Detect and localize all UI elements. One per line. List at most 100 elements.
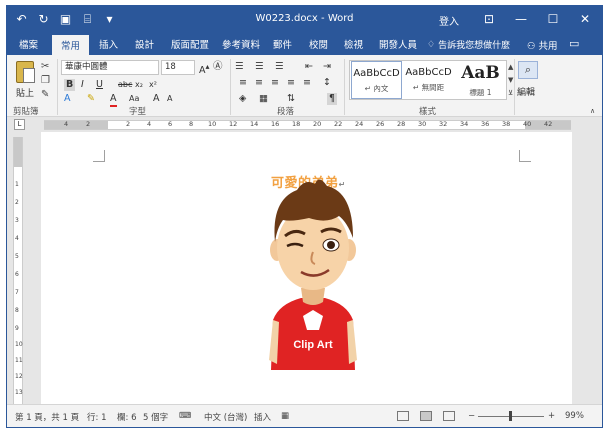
bullets-icon[interactable]: ☰ — [235, 61, 244, 73]
align-center-icon[interactable]: ≡ — [255, 77, 263, 89]
ruler-number: 26 — [376, 120, 385, 128]
vertical-scrollbar[interactable] — [590, 132, 602, 406]
zoom-slider-thumb[interactable] — [509, 411, 513, 421]
grow-icon[interactable]: A — [153, 93, 160, 105]
window-controls: ⊡ — ☐ ✕ — [473, 10, 601, 28]
ruler-number: 34 — [460, 120, 469, 128]
editing-search-icon[interactable]: ⌕ — [518, 61, 538, 79]
horizontal-ruler[interactable]: 4 2 2 4 6 8 10 12 14 16 18 20 22 24 26 2… — [44, 120, 571, 130]
insert-mode[interactable]: 插入 — [254, 411, 271, 423]
title-bar: ↶ ↻ ▣ ⌸ ▾ W0223.docx - Word 登入 ⊡ — ☐ ✕ — [7, 6, 602, 33]
style-heading-1[interactable]: AaB 標題 1 — [455, 61, 506, 99]
strikethrough-icon[interactable]: abc — [118, 79, 132, 91]
close-icon[interactable]: ✕ — [569, 10, 601, 28]
print-layout-icon[interactable] — [420, 411, 432, 421]
tab-references[interactable]: 參考資料 — [222, 37, 260, 51]
align-left-icon[interactable]: ≡ — [239, 77, 247, 89]
tab-developer[interactable]: 開發人員 — [379, 37, 417, 51]
web-layout-icon[interactable] — [443, 411, 455, 421]
borders-icon[interactable]: ▦ — [259, 93, 268, 105]
numbering-icon[interactable]: ☰ — [255, 61, 264, 73]
word-count[interactable]: 5 個字 — [143, 411, 168, 423]
line-spacing-icon[interactable]: ↕ — [323, 77, 331, 89]
proofing-icon[interactable]: ⌨ — [179, 411, 191, 421]
paragraph-group-label: 段落 — [277, 107, 295, 117]
change-case-icon[interactable]: Aa — [129, 93, 139, 105]
bold-icon[interactable]: B — [64, 79, 76, 91]
text-effects-icon[interactable]: A — [64, 93, 71, 105]
ruler-top-margin — [14, 137, 22, 167]
minimize-icon[interactable]: — — [505, 10, 537, 28]
word-window: ↶ ↻ ▣ ⌸ ▾ W0223.docx - Word 登入 ⊡ — ☐ ✕ 檔… — [6, 5, 603, 428]
sort-icon[interactable]: ⇅ — [287, 93, 295, 105]
share-button[interactable]: ⚇ 共用 — [527, 38, 558, 52]
italic-icon[interactable]: I — [81, 79, 84, 91]
shading-icon[interactable]: ◈ — [239, 93, 246, 105]
open-eye-pupil — [327, 241, 335, 249]
justify-icon[interactable]: ≡ — [287, 77, 295, 89]
grow-font-icon[interactable]: A▴ — [199, 61, 209, 77]
styles-scroll-down-icon[interactable]: ▼ — [508, 74, 513, 86]
align-right-icon[interactable]: ≡ — [271, 77, 279, 89]
paste-icon[interactable] — [16, 61, 35, 83]
zoom-in-icon[interactable]: + — [548, 411, 555, 421]
tab-insert[interactable]: 插入 — [99, 37, 118, 51]
font-color-icon[interactable]: A — [110, 93, 117, 107]
styles-gallery: AaBbCcD ↵ 內文 AaBbCcD ↵ 無間距 AaB 標題 1 — [349, 60, 507, 100]
maximize-icon[interactable]: ☐ — [537, 10, 569, 28]
vertical-ruler[interactable]: 1 2 3 4 5 6 7 8 9 10 11 12 13 — [13, 137, 23, 407]
page-count[interactable]: 第 1 頁，共 1 頁 — [15, 411, 79, 423]
decrease-indent-icon[interactable]: ⇤ — [305, 61, 313, 73]
ribbon-display-icon[interactable]: ⊡ — [473, 10, 505, 28]
show-marks-icon[interactable]: ¶ — [327, 93, 338, 105]
ruler-number: 14 — [250, 120, 259, 128]
styles-scroll-up-icon[interactable]: ▲ — [508, 61, 513, 73]
distributed-icon[interactable]: ≡ — [303, 77, 311, 89]
sign-in-link[interactable]: 登入 — [439, 13, 459, 28]
collapse-ribbon-icon[interactable]: ∧ — [590, 105, 595, 117]
styles-more-icon[interactable]: ⊻ — [508, 87, 513, 99]
style-no-spacing[interactable]: AaBbCcD ↵ 無間距 — [403, 61, 454, 99]
tab-view[interactable]: 檢視 — [344, 37, 363, 51]
shrink-icon[interactable]: A — [167, 93, 172, 105]
macro-record-icon[interactable]: ▦ — [281, 411, 289, 421]
ruler-number: 9 — [15, 325, 19, 332]
editing-button-label[interactable]: 編輯 — [517, 85, 535, 98]
tab-mailings[interactable]: 郵件 — [273, 37, 292, 51]
style-normal[interactable]: AaBbCcD ↵ 內文 — [351, 61, 402, 99]
increase-indent-icon[interactable]: ⇥ — [323, 61, 331, 73]
tab-layout[interactable]: 版面配置 — [171, 37, 209, 51]
ruler-number: 16 — [271, 120, 280, 128]
document-page[interactable]: 可愛的弟弟↵ — [41, 132, 572, 406]
tab-home[interactable]: 常用 — [52, 35, 90, 55]
font-name-box[interactable]: 華康中圓體 — [61, 60, 159, 75]
tab-selector-icon[interactable]: L — [14, 119, 25, 130]
cut-icon[interactable]: ✂ — [41, 61, 49, 73]
highlight-icon[interactable]: ✎ — [87, 93, 95, 105]
zoom-out-icon[interactable]: − — [468, 411, 475, 421]
font-size-box[interactable]: 18 — [161, 60, 195, 75]
format-painter-icon[interactable]: ✎ — [41, 89, 49, 101]
ruler-number: 10 — [208, 120, 217, 128]
paste-button-label[interactable]: 貼上 — [16, 86, 34, 99]
tab-design[interactable]: 設計 — [135, 37, 154, 51]
language-status[interactable]: 中文 (台灣) — [204, 411, 247, 423]
ruler-number: 12 — [15, 373, 23, 380]
comments-icon[interactable]: ▭ — [569, 37, 579, 50]
superscript-icon[interactable]: x² — [149, 79, 157, 91]
zoom-level[interactable]: 99% — [565, 411, 584, 421]
multilevel-list-icon[interactable]: ☰ — [275, 61, 284, 73]
ruler-number: 3 — [15, 217, 19, 224]
clear-format-icon[interactable]: Ⓐ — [213, 61, 223, 73]
read-mode-icon[interactable] — [397, 411, 409, 421]
tell-me-box[interactable]: ♢ 告訴我您想做什麼 — [427, 38, 510, 52]
cartoon-boy-image[interactable]: Clip Art — [257, 170, 369, 370]
ruler-left-margin — [44, 121, 108, 129]
copy-icon[interactable]: ❐ — [41, 75, 50, 87]
ruler-number: 2 — [15, 199, 19, 206]
tab-file[interactable]: 檔案 — [19, 37, 38, 51]
subscript-icon[interactable]: x₂ — [135, 79, 143, 91]
group-divider — [344, 59, 345, 115]
tab-review[interactable]: 校閱 — [309, 37, 328, 51]
underline-icon[interactable]: U — [96, 79, 103, 91]
